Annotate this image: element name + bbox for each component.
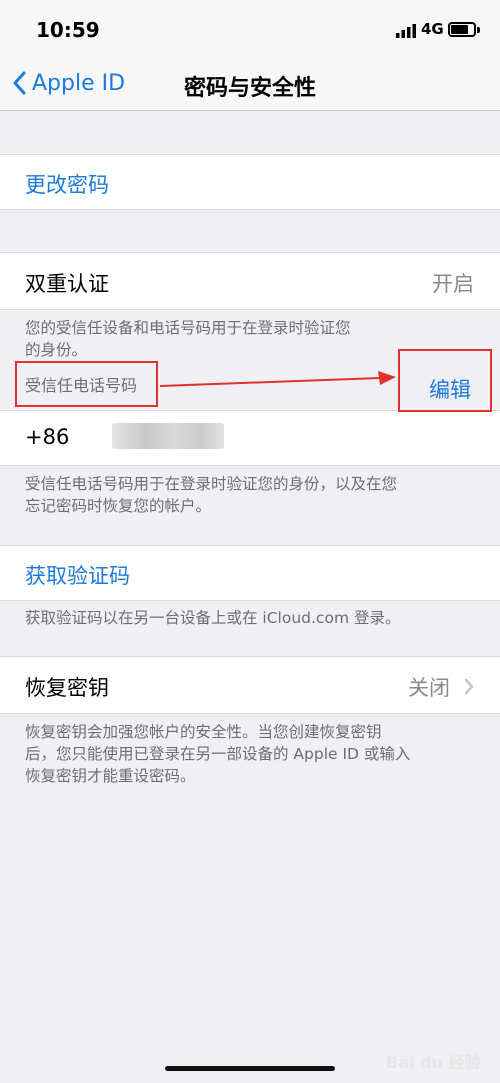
change-password-label: 更改密码 xyxy=(25,173,109,197)
two-factor-label: 双重认证 xyxy=(25,272,109,296)
network-type: 4G xyxy=(421,20,444,38)
watermark: Bai du 经验 xyxy=(386,1053,481,1072)
recovery-key-cell[interactable]: 恢复密钥 关闭 xyxy=(0,656,500,714)
recovery-key-footer: 恢复密钥会加强您帐户的安全性。当您创建恢复密钥 后，您只能使用已登录在另一部设备… xyxy=(25,723,411,785)
recovery-key-status: 关闭 xyxy=(408,676,450,700)
chevron-right-icon xyxy=(464,678,474,695)
redacted-phone-number xyxy=(112,423,224,449)
annotation-arrow xyxy=(159,371,396,387)
battery-tip xyxy=(477,27,480,33)
status-time: 10:59 xyxy=(36,18,100,42)
change-password-cell[interactable]: 更改密码 xyxy=(0,154,500,210)
get-code-cell[interactable]: 获取验证码 xyxy=(0,545,500,601)
phone-footer: 受信任电话号码用于在登录时验证您的身份，以及在您 忘记密码时恢复您的帐户。 xyxy=(25,475,398,515)
annotation-box-trusted-numbers xyxy=(15,361,158,407)
two-factor-cell: 双重认证 开启 xyxy=(0,252,500,310)
annotation-box-edit xyxy=(398,349,492,412)
get-code-label: 获取验证码 xyxy=(25,564,130,588)
home-indicator[interactable] xyxy=(165,1066,335,1071)
signal-icon xyxy=(396,24,416,38)
battery-level xyxy=(451,25,468,34)
recovery-key-label: 恢复密钥 xyxy=(25,676,109,700)
get-code-footer: 获取验证码以在另一台设备上或在 iCloud.com 登录。 xyxy=(25,609,401,627)
page-title: 密码与安全性 xyxy=(183,76,316,101)
two-factor-status: 开启 xyxy=(432,272,474,296)
phone-prefix: +86 xyxy=(25,425,70,449)
phone-number-cell: +86 xyxy=(0,410,500,466)
